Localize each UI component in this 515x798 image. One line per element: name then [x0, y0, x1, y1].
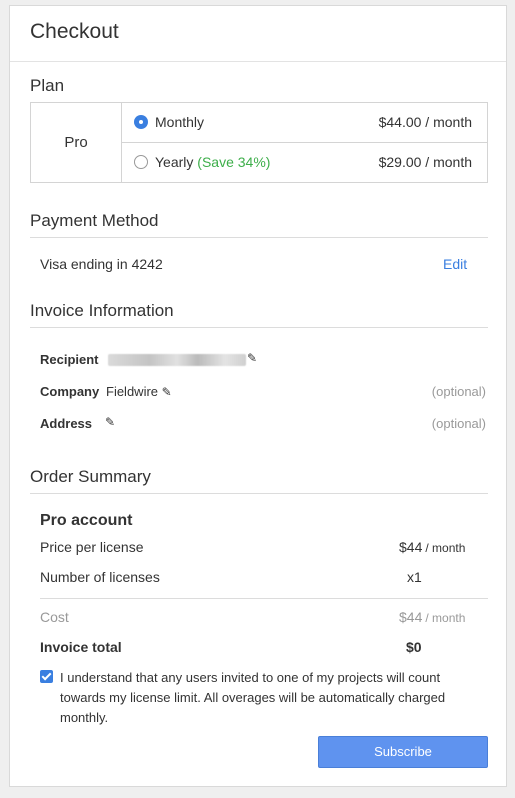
- cost-unit: / month: [425, 611, 466, 625]
- checkout-card: Checkout Plan Pro Monthly $44.00 / month…: [9, 5, 507, 787]
- company-label: Company: [40, 384, 100, 399]
- plan-section-title: Plan: [30, 76, 65, 95]
- recipient-value-redacted: [108, 354, 246, 366]
- company-value: Fieldwire: [106, 384, 159, 399]
- plan-option-yearly[interactable]: Yearly (Save 34%) $29.00 / month: [122, 143, 487, 183]
- plan-option-price: $29.00 / month: [378, 154, 472, 170]
- payment-card-text: Visa ending in 4242: [40, 256, 163, 272]
- plan-option-price: $44.00 / month: [378, 114, 472, 130]
- plan-option-label: Yearly: [155, 154, 194, 170]
- invoice-total-label: Invoice total: [40, 639, 122, 655]
- optional-hint: (optional): [431, 384, 486, 399]
- licenses-label: Number of licenses: [40, 569, 160, 585]
- invoice-section-title: Invoice Information: [30, 301, 174, 320]
- optional-hint: (optional): [431, 416, 486, 431]
- radio-unselected-icon[interactable]: [134, 155, 148, 169]
- cost-label: Cost: [40, 609, 69, 625]
- price-unit: / month: [425, 541, 466, 555]
- plan-savings-note: (Save 34%): [197, 154, 271, 170]
- pencil-icon[interactable]: ✎: [247, 351, 257, 365]
- divider: [40, 598, 488, 599]
- cost-value: $44: [399, 609, 423, 625]
- divider: [30, 493, 488, 494]
- subscribe-button[interactable]: Subscribe: [318, 736, 488, 768]
- edit-payment-link[interactable]: Edit: [443, 256, 467, 272]
- page-title: Checkout: [10, 6, 506, 62]
- radio-selected-icon[interactable]: [134, 115, 148, 129]
- plan-option-label: Monthly: [155, 114, 205, 130]
- payment-section-title: Payment Method: [30, 211, 159, 230]
- plan-name: Pro: [31, 103, 122, 182]
- divider: [30, 237, 488, 238]
- pencil-icon[interactable]: ✎: [105, 415, 115, 429]
- order-product-name: Pro account: [40, 512, 133, 529]
- agreement-text: I understand that any users invited to o…: [60, 670, 446, 725]
- price-per-license-value: $44: [399, 539, 423, 555]
- recipient-label: Recipient: [40, 352, 99, 367]
- plan-table: Pro Monthly $44.00 / month Yearly (Save …: [30, 102, 488, 183]
- agreement-checkbox[interactable]: [40, 670, 53, 683]
- pencil-icon[interactable]: ✎: [162, 385, 172, 399]
- price-per-license-label: Price per license: [40, 539, 144, 555]
- plan-option-monthly[interactable]: Monthly $44.00 / month: [122, 103, 487, 143]
- invoice-total-value: $0: [406, 639, 422, 655]
- order-section-title: Order Summary: [30, 467, 151, 486]
- address-label: Address: [40, 416, 93, 431]
- divider: [30, 327, 488, 328]
- licenses-value: x1: [407, 569, 422, 585]
